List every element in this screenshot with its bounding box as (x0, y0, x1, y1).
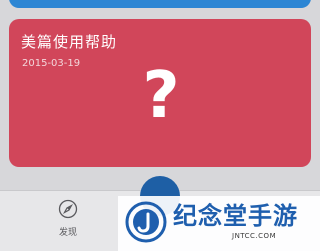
app-screen: 美篇使用帮助 2015-03-19 ? 发现 纪念堂手游 JNTCC.COM (0, 0, 320, 251)
watermark: 纪念堂手游 JNTCC.COM (118, 196, 320, 251)
tab-discover-label: 发现 (58, 228, 77, 238)
help-article-card[interactable]: 美篇使用帮助 2015-03-19 ? (9, 19, 311, 167)
watermark-name: 纪念堂手游 (173, 202, 298, 230)
question-mark-icon: ? (142, 59, 180, 133)
watermark-domain: JNTCC.COM (232, 232, 277, 240)
tab-discover[interactable]: 发现 (50, 199, 86, 243)
help-card-title: 美篇使用帮助 (21, 33, 118, 51)
article-card-blue[interactable] (9, 0, 311, 8)
help-card-date: 2015-03-19 (22, 58, 81, 69)
watermark-logo-icon (125, 201, 167, 243)
compass-icon (58, 199, 78, 219)
